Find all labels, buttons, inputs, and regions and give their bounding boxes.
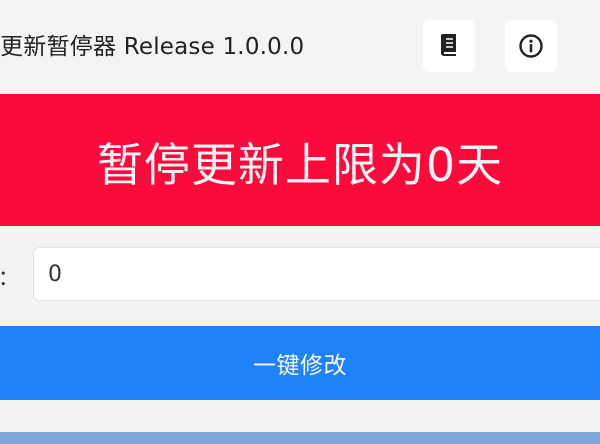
window-border bbox=[0, 432, 600, 444]
documentation-button[interactable] bbox=[423, 20, 475, 72]
banner-text: 暂停更新上限为0天 bbox=[96, 138, 504, 192]
info-icon bbox=[518, 33, 544, 59]
title-bar: s更新暂停器 Release 1.0.0.0 bbox=[0, 0, 600, 90]
status-banner: 暂停更新上限为0天 bbox=[0, 94, 600, 226]
window-title: s更新暂停器 Release 1.0.0.0 bbox=[0, 34, 305, 60]
days-field-row: ： bbox=[0, 247, 600, 303]
days-field-label: ： bbox=[0, 266, 19, 290]
days-input[interactable] bbox=[33, 247, 600, 301]
about-button[interactable] bbox=[505, 20, 557, 72]
apply-button[interactable]: 一键修改 bbox=[0, 326, 600, 400]
app-window: s更新暂停器 Release 1.0.0.0 暂停更新上限为0天 ： 0 一键修… bbox=[0, 0, 600, 444]
book-icon bbox=[437, 32, 461, 60]
